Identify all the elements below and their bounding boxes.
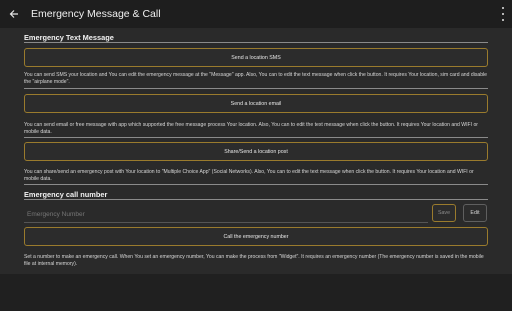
divider: [24, 184, 488, 185]
more-vert-icon[interactable]: [500, 7, 506, 21]
share-description: You can share/send an emergency post wit…: [24, 169, 474, 182]
bottom-area: [0, 274, 512, 311]
divider: [24, 137, 488, 138]
divider: [24, 199, 488, 200]
email-description: You can send email or free message with …: [24, 122, 478, 135]
text-section-title: Emergency Text Message: [24, 33, 114, 42]
edit-button[interactable]: Edit: [463, 204, 487, 222]
sms-description: You can send SMS your location and You c…: [24, 72, 488, 85]
app-title: Emergency Message & Call: [31, 8, 161, 20]
call-description: Set a number to make an emergency call. …: [24, 254, 484, 267]
send-location-sms-button[interactable]: Send a location SMS: [24, 48, 488, 67]
call-emergency-number-button[interactable]: Call the emergency number: [24, 227, 488, 246]
call-section-title: Emergency call number: [24, 190, 108, 199]
main-content: Emergency Text Message Send a location S…: [24, 33, 488, 273]
divider: [24, 88, 488, 89]
send-location-email-button[interactable]: Send a location email: [24, 94, 488, 113]
share-location-post-button[interactable]: Share/Send a location post: [24, 142, 488, 161]
app-bar: Emergency Message & Call: [0, 0, 512, 28]
emergency-number-input[interactable]: Emergency Number: [24, 206, 428, 223]
save-button[interactable]: Save: [432, 204, 456, 222]
divider: [24, 42, 488, 43]
arrow-back-icon[interactable]: [0, 0, 28, 28]
